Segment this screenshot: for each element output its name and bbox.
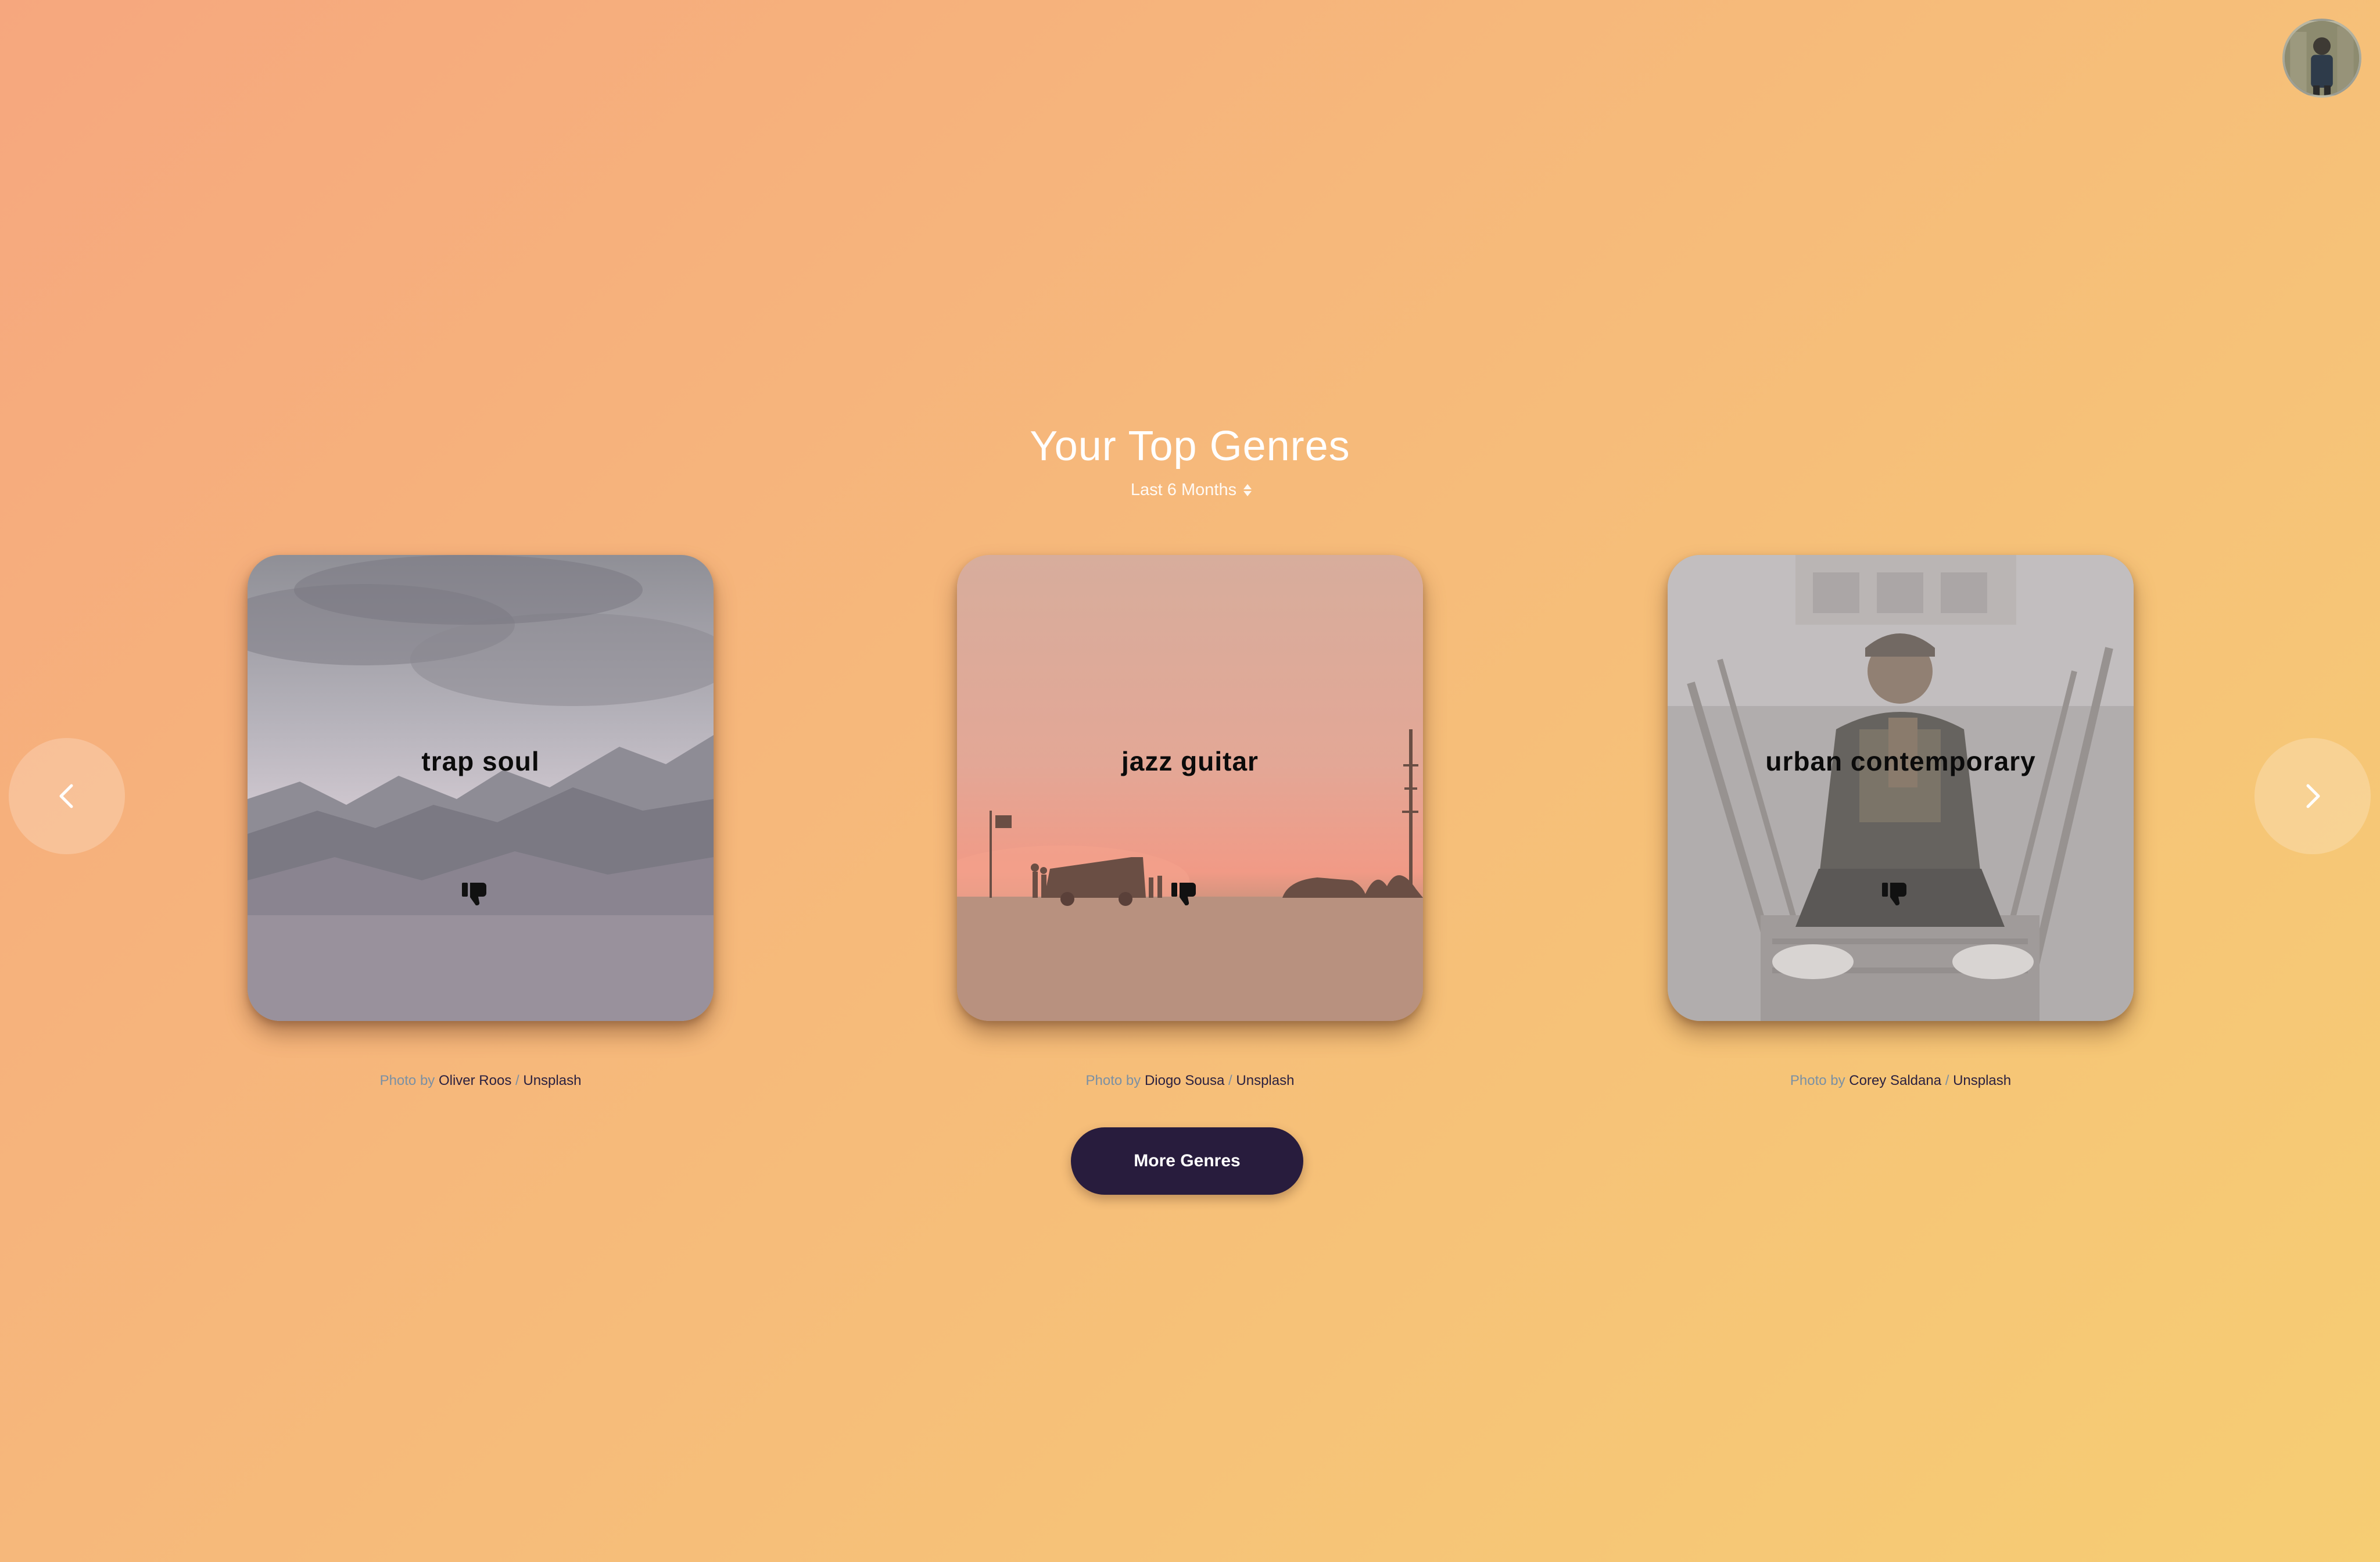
genre-name: urban contemporary: [1765, 746, 2036, 776]
genre-card-trap-soul[interactable]: trap soul: [248, 555, 714, 1021]
chevron-right-icon: [2306, 784, 2320, 808]
genre-photo-mountains: [248, 555, 714, 1021]
genre-card-urban-contemporary[interactable]: urban contemporary: [1668, 555, 2134, 1021]
thumbs-down-icon[interactable]: [1169, 879, 1202, 912]
photo-source-link[interactable]: Unsplash: [1236, 1073, 1294, 1088]
more-genres-button[interactable]: More Genres: [1071, 1127, 1303, 1195]
time-range-select[interactable]: Last 6 Months: [1104, 475, 1278, 504]
page-title: Your Top Genres: [1030, 423, 1350, 470]
credit-separator: /: [515, 1073, 519, 1088]
credit-separator: /: [1228, 1073, 1232, 1088]
photo-author-link[interactable]: Corey Saldana: [1849, 1073, 1941, 1088]
photo-by-label: Photo by: [1085, 1073, 1141, 1088]
photo-source-link[interactable]: Unsplash: [1953, 1073, 2011, 1088]
genre-card-jazz-guitar[interactable]: jazz guitar: [957, 555, 1423, 1021]
genre-name: trap soul: [421, 746, 540, 776]
photo-by-label: Photo by: [379, 1073, 435, 1088]
next-button[interactable]: [2254, 738, 2371, 854]
genre-photo-person-stairs: [1668, 555, 2134, 1021]
thumbs-down-icon[interactable]: [460, 879, 492, 912]
photo-by-label: Photo by: [1790, 1073, 1845, 1088]
thumbs-down-icon[interactable]: [1880, 879, 1912, 912]
photo-author-link[interactable]: Diogo Sousa: [1145, 1073, 1224, 1088]
time-range-label: Last 6 Months: [1130, 480, 1237, 499]
credit-separator: /: [1945, 1073, 1949, 1088]
user-avatar[interactable]: [2282, 19, 2361, 98]
photo-author-link[interactable]: Oliver Roos: [439, 1073, 511, 1088]
photo-credit: Photo by Corey Saldana / Unsplash: [1668, 1069, 2134, 1092]
genre-name: jazz guitar: [1121, 746, 1259, 776]
photo-credit: Photo by Diogo Sousa / Unsplash: [957, 1069, 1423, 1092]
previous-button[interactable]: [9, 738, 125, 854]
up-down-icon: [1243, 483, 1252, 496]
photo-credit: Photo by Oliver Roos / Unsplash: [248, 1069, 714, 1092]
photo-source-link[interactable]: Unsplash: [523, 1073, 581, 1088]
genre-photo-sunset: [957, 555, 1423, 1021]
avatar-image: [2285, 21, 2359, 95]
chevron-left-icon: [59, 784, 73, 808]
